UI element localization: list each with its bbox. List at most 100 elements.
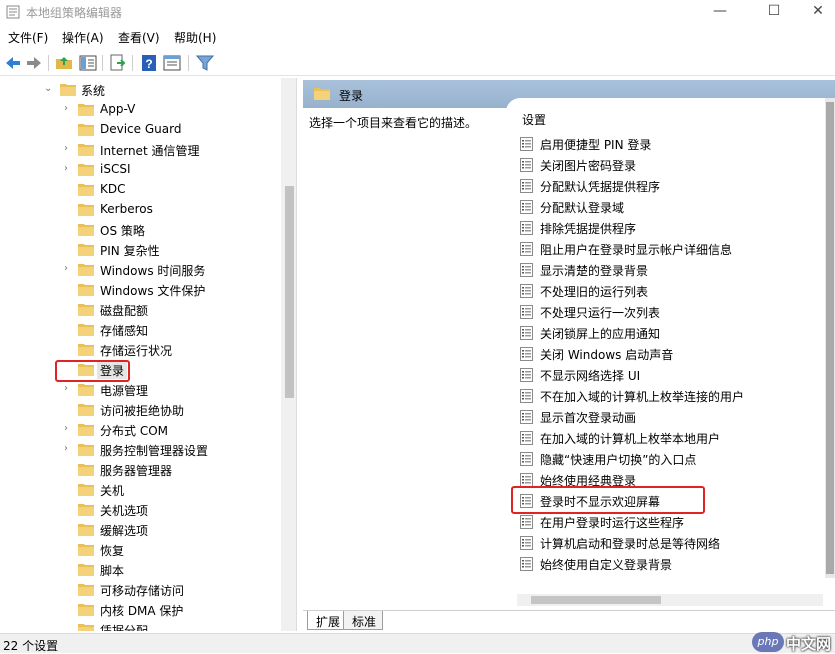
tree-item[interactable]: KDC xyxy=(0,180,280,200)
setting-row[interactable]: 分配默认登录域 xyxy=(520,197,820,217)
setting-label: 计算机启动和登录时总是等待网络 xyxy=(540,537,721,551)
up-folder-icon[interactable] xyxy=(54,53,74,73)
setting-row[interactable]: 隐藏“快速用户切换”的入口点 xyxy=(520,449,820,469)
chevron-right-icon[interactable]: › xyxy=(64,163,74,175)
toolbar: ? xyxy=(0,50,835,76)
scrollbar-thumb[interactable] xyxy=(285,186,294,398)
minimize-button[interactable]: — xyxy=(697,0,743,24)
menu-action[interactable]: 操作(A) xyxy=(62,29,104,46)
chevron-right-icon[interactable]: › xyxy=(64,423,74,435)
chevron-right-icon[interactable]: › xyxy=(64,383,74,395)
menu-file[interactable]: 文件(F) xyxy=(8,29,48,46)
tree-item[interactable]: › 服务控制管理器设置 xyxy=(0,440,280,460)
tree-item-label: 存储运行状况 xyxy=(100,344,173,358)
setting-label: 启用便捷型 PIN 登录 xyxy=(540,138,652,152)
setting-row[interactable]: 不处理只运行一次列表 xyxy=(520,302,820,322)
setting-row[interactable]: 排除凭据提供程序 xyxy=(520,218,820,238)
folder-icon xyxy=(314,88,330,100)
setting-row[interactable]: 始终使用自定义登录背景 xyxy=(520,554,820,574)
setting-row[interactable]: 显示首次登录动画 xyxy=(520,407,820,427)
setting-row[interactable]: 计算机启动和登录时总是等待网络 xyxy=(520,533,820,553)
tab-standard[interactable]: 标准 xyxy=(343,611,384,630)
tree-item[interactable]: 恢复 xyxy=(0,540,280,560)
properties-icon[interactable] xyxy=(162,53,182,73)
settings-column-header[interactable]: 设置 xyxy=(522,111,546,128)
policy-setting-icon xyxy=(520,515,533,529)
maximize-button[interactable]: ☐ xyxy=(751,0,797,24)
tree-item[interactable]: Device Guard xyxy=(0,120,280,140)
tree-item-label: 访问被拒绝协助 xyxy=(100,404,185,418)
tree-item[interactable]: 访问被拒绝协助 xyxy=(0,400,280,420)
scrollbar-thumb[interactable] xyxy=(531,596,661,604)
menu-view[interactable]: 查看(V) xyxy=(118,29,160,46)
forward-icon[interactable] xyxy=(24,53,44,73)
settings-hscrollbar[interactable] xyxy=(517,594,823,606)
policy-setting-icon xyxy=(520,557,533,571)
back-icon[interactable] xyxy=(3,53,23,73)
folder-icon xyxy=(78,604,94,616)
tree-item[interactable]: › iSCSI xyxy=(0,160,280,180)
scrollbar-thumb[interactable] xyxy=(826,102,834,574)
setting-row[interactable]: 不在加入域的计算机上枚举连接的用户 xyxy=(520,386,820,406)
policy-setting-icon xyxy=(520,200,533,214)
folder-icon xyxy=(78,384,94,396)
setting-row[interactable]: 阻止用户在登录时显示帐户详细信息 xyxy=(520,239,820,259)
setting-label: 在用户登录时运行这些程序 xyxy=(540,516,685,530)
tree-item-label: PIN 复杂性 xyxy=(100,244,160,258)
show-hide-tree-icon[interactable] xyxy=(78,53,98,73)
tree-scrollbar[interactable] xyxy=(281,78,296,631)
setting-row[interactable]: 分配默认凭据提供程序 xyxy=(520,176,820,196)
tree-item[interactable]: 存储运行状况 xyxy=(0,340,280,360)
tree-item[interactable]: 服务器管理器 xyxy=(0,460,280,480)
tree-item[interactable]: 登录 xyxy=(0,360,280,380)
setting-label: 关闭图片密码登录 xyxy=(540,159,637,173)
close-button[interactable]: ✕ xyxy=(795,0,835,24)
tree-item[interactable]: 磁盘配额 xyxy=(0,300,280,320)
chevron-right-icon[interactable]: › xyxy=(64,143,74,155)
setting-row[interactable]: 显示清楚的登录背景 xyxy=(520,260,820,280)
settings-vscrollbar[interactable] xyxy=(825,98,835,578)
setting-label: 排除凭据提供程序 xyxy=(540,222,637,236)
tree-item[interactable]: › App-V xyxy=(0,100,280,120)
tree-item[interactable]: 凭据分配 xyxy=(0,620,280,631)
tree-item[interactable]: 内核 DMA 保护 xyxy=(0,600,280,620)
setting-row[interactable]: 启用便捷型 PIN 登录 xyxy=(520,134,820,154)
setting-row[interactable]: 关闭 Windows 启动声音 xyxy=(520,344,820,364)
chevron-right-icon[interactable]: › xyxy=(64,263,74,275)
tree-item[interactable]: › 分布式 COM xyxy=(0,420,280,440)
tree-item[interactable]: 存储感知 xyxy=(0,320,280,340)
tree-item[interactable]: Windows 文件保护 xyxy=(0,280,280,300)
tab-extended[interactable]: 扩展 xyxy=(307,611,348,630)
folder-icon xyxy=(78,324,94,336)
policy-setting-icon xyxy=(520,263,533,277)
setting-row[interactable]: 在用户登录时运行这些程序 xyxy=(520,512,820,532)
tree-item[interactable]: 可移动存储访问 xyxy=(0,580,280,600)
setting-row[interactable]: 在加入域的计算机上枚举本地用户 xyxy=(520,428,820,448)
chevron-down-icon[interactable]: ⌄ xyxy=(44,83,54,95)
tree-item[interactable]: OS 策略 xyxy=(0,220,280,240)
tree-item[interactable]: › Internet 通信管理 xyxy=(0,140,280,160)
export-list-icon[interactable] xyxy=(108,53,128,73)
chevron-right-icon[interactable]: › xyxy=(64,103,74,115)
folder-icon xyxy=(78,304,94,316)
tree-item-label: Internet 通信管理 xyxy=(100,144,200,158)
setting-row[interactable]: 关闭图片密码登录 xyxy=(520,155,820,175)
chevron-right-icon[interactable]: › xyxy=(64,443,74,455)
tree-item[interactable]: PIN 复杂性 xyxy=(0,240,280,260)
tree-item[interactable]: 关机选项 xyxy=(0,500,280,520)
policy-setting-icon xyxy=(520,536,533,550)
tree-item[interactable]: Kerberos xyxy=(0,200,280,220)
filter-icon[interactable] xyxy=(195,53,215,73)
tree-item[interactable]: 缓解选项 xyxy=(0,520,280,540)
tree-item-label: 系统 xyxy=(81,84,106,98)
tree-item[interactable]: › 电源管理 xyxy=(0,380,280,400)
help-icon[interactable]: ? xyxy=(139,53,159,73)
tree-item[interactable]: › Windows 时间服务 xyxy=(0,260,280,280)
tree-item[interactable]: 脚本 xyxy=(0,560,280,580)
tree-item-system[interactable]: ⌄ 系统 xyxy=(0,80,280,100)
menu-help[interactable]: 帮助(H) xyxy=(174,29,216,46)
setting-row[interactable]: 不显示网络选择 UI xyxy=(520,365,820,385)
setting-row[interactable]: 不处理旧的运行列表 xyxy=(520,281,820,301)
setting-row[interactable]: 关闭锁屏上的应用通知 xyxy=(520,323,820,343)
tree-item[interactable]: 关机 xyxy=(0,480,280,500)
